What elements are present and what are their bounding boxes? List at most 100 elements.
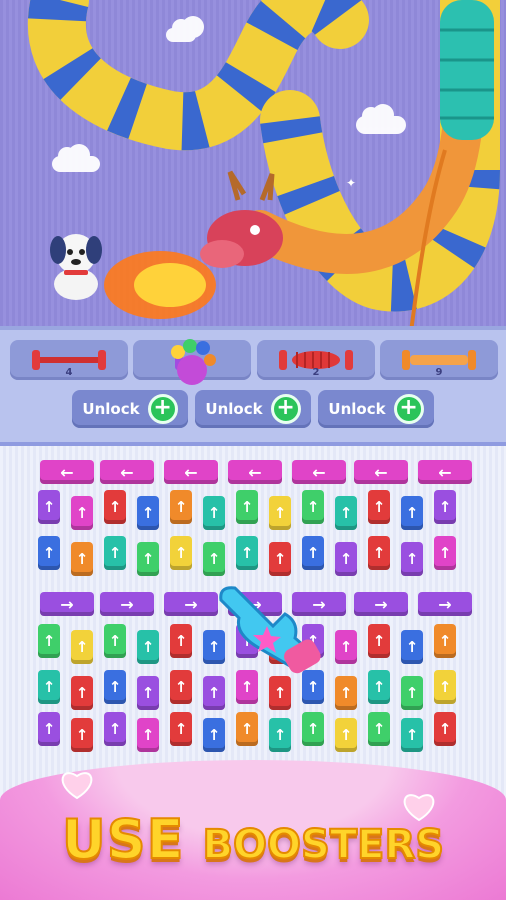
- arrow-block-up[interactable]: ↑: [137, 496, 159, 530]
- unlock-button-1[interactable]: Unlock +: [72, 390, 188, 428]
- arrow-block-left[interactable]: ←: [228, 460, 282, 484]
- arrow-block-up[interactable]: ↑: [269, 676, 291, 710]
- spool-count: 2: [312, 367, 320, 378]
- arrow-block-up[interactable]: ↑: [203, 542, 225, 576]
- arrow-block-up[interactable]: ↑: [236, 536, 258, 570]
- spool-count: 9: [435, 367, 443, 378]
- arrow-block-right[interactable]: →: [100, 592, 154, 616]
- arrow-block-up[interactable]: ↑: [335, 676, 357, 710]
- puppy-character: [50, 234, 102, 300]
- arrow-block-up[interactable]: ↑: [434, 670, 456, 704]
- arrow-block-up[interactable]: ↑: [38, 490, 60, 524]
- arrow-block-up[interactable]: ↑: [170, 536, 192, 570]
- dragon-eye: [250, 225, 260, 235]
- arrow-block-up[interactable]: ↑: [236, 490, 258, 524]
- arrow-block-left[interactable]: ←: [100, 460, 154, 484]
- spool-shelf: 4 2 9 Unlock + Unlock + Unlock +: [0, 326, 506, 446]
- arrow-block-up[interactable]: ↑: [335, 542, 357, 576]
- arrow-block-up[interactable]: ↑: [236, 712, 258, 746]
- arrow-block-up[interactable]: ↑: [104, 490, 126, 524]
- arrow-block-up[interactable]: ↑: [170, 624, 192, 658]
- arrow-block-up[interactable]: ↑: [38, 624, 60, 658]
- spool-slot-1[interactable]: 4: [10, 340, 128, 380]
- plus-icon: +: [147, 394, 178, 424]
- arrow-block-up[interactable]: ↑: [38, 670, 60, 704]
- arrow-block-up[interactable]: ↑: [368, 712, 390, 746]
- arrow-block-up[interactable]: ↑: [368, 624, 390, 658]
- spool-slot-3[interactable]: 2: [257, 340, 375, 380]
- arrow-block-up[interactable]: ↑: [401, 718, 423, 752]
- arrow-block-up[interactable]: ↑: [137, 676, 159, 710]
- unlock-button-2[interactable]: Unlock +: [195, 390, 311, 428]
- arrow-block-up[interactable]: ↑: [137, 630, 159, 664]
- arrow-block-up[interactable]: ↑: [434, 490, 456, 524]
- arrow-block-up[interactable]: ↑: [137, 718, 159, 752]
- arrow-block-right[interactable]: →: [164, 592, 218, 616]
- yarn-field: ✦ ✦: [0, 0, 506, 330]
- dragon-snout: [200, 240, 244, 268]
- arrow-block-left[interactable]: ←: [418, 460, 472, 484]
- arrow-block-up[interactable]: ↑: [335, 496, 357, 530]
- spool-count: 4: [65, 367, 73, 378]
- arrow-block-up[interactable]: ↑: [71, 676, 93, 710]
- promo-title: USE BOOSTERS: [0, 807, 506, 872]
- paw-booster-icon[interactable]: [168, 338, 216, 390]
- title-word-use: USE: [61, 807, 185, 872]
- arrow-block-up[interactable]: ↑: [368, 536, 390, 570]
- arrow-block-up[interactable]: ↑: [104, 624, 126, 658]
- arrow-block-up[interactable]: ↑: [401, 496, 423, 530]
- plus-icon: +: [393, 394, 424, 424]
- arrow-block-up[interactable]: ↑: [434, 536, 456, 570]
- arrow-block-up[interactable]: ↑: [170, 490, 192, 524]
- arrow-block-right[interactable]: →: [354, 592, 408, 616]
- arrow-block-right[interactable]: →: [40, 592, 94, 616]
- unlock-label: Unlock: [82, 400, 140, 418]
- arrow-block-up[interactable]: ↑: [38, 712, 60, 746]
- arrow-block-up[interactable]: ↑: [71, 542, 93, 576]
- arrow-block-up[interactable]: ↑: [269, 496, 291, 530]
- arrow-block-up[interactable]: ↑: [368, 490, 390, 524]
- game-screen: ✦ ✦ 4 2 9 Unlock + Unlock + Unlock + ← ←…: [0, 0, 506, 900]
- arrow-block-left[interactable]: ←: [354, 460, 408, 484]
- arrow-block-up[interactable]: ↑: [302, 490, 324, 524]
- arrow-block-left[interactable]: ←: [40, 460, 94, 484]
- dragon-horns: [227, 170, 275, 201]
- arrow-block-up[interactable]: ↑: [104, 712, 126, 746]
- arrow-block-up[interactable]: ↑: [401, 542, 423, 576]
- title-word-boosters: BOOSTERS: [202, 821, 446, 869]
- arrow-block-up[interactable]: ↑: [71, 496, 93, 530]
- arrow-block-up[interactable]: ↑: [170, 712, 192, 746]
- arrow-block-up[interactable]: ↑: [104, 670, 126, 704]
- arrow-block-left[interactable]: ←: [292, 460, 346, 484]
- arrow-block-up[interactable]: ↑: [434, 624, 456, 658]
- spool-slot-4[interactable]: 9: [380, 340, 498, 380]
- arrow-block-up[interactable]: ↑: [203, 718, 225, 752]
- unlock-button-3[interactable]: Unlock +: [318, 390, 434, 428]
- unlock-label: Unlock: [328, 400, 386, 418]
- arrow-block-up[interactable]: ↑: [368, 670, 390, 704]
- arrow-block-up[interactable]: ↑: [203, 496, 225, 530]
- arrow-block-up[interactable]: ↑: [401, 630, 423, 664]
- arrow-block-right[interactable]: →: [418, 592, 472, 616]
- arrow-block-up[interactable]: ↑: [104, 536, 126, 570]
- heart-icon: [61, 772, 93, 800]
- arrow-block-up[interactable]: ↑: [401, 676, 423, 710]
- arrow-block-up[interactable]: ↑: [302, 536, 324, 570]
- arrow-block-up[interactable]: ↑: [71, 630, 93, 664]
- arrow-block-left[interactable]: ←: [164, 460, 218, 484]
- fire-core: [134, 263, 206, 307]
- glove-cursor-icon: [219, 586, 321, 674]
- arrow-block-up[interactable]: ↑: [335, 630, 357, 664]
- arrow-block-up[interactable]: ↑: [137, 542, 159, 576]
- arrow-block-up[interactable]: ↑: [203, 676, 225, 710]
- arrow-block-up[interactable]: ↑: [71, 718, 93, 752]
- arrow-block-up[interactable]: ↑: [269, 542, 291, 576]
- arrow-block-up[interactable]: ↑: [302, 712, 324, 746]
- plus-icon: +: [270, 394, 301, 424]
- unlock-label: Unlock: [205, 400, 263, 418]
- arrow-block-up[interactable]: ↑: [269, 718, 291, 752]
- arrow-block-up[interactable]: ↑: [335, 718, 357, 752]
- arrow-block-up[interactable]: ↑: [434, 712, 456, 746]
- arrow-block-up[interactable]: ↑: [170, 670, 192, 704]
- arrow-block-up[interactable]: ↑: [38, 536, 60, 570]
